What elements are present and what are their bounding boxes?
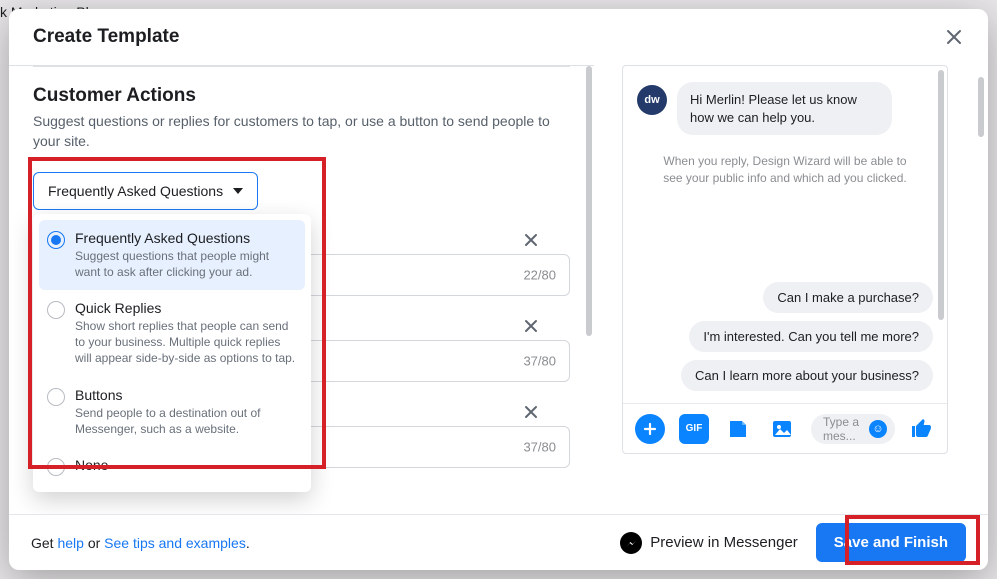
remove-question-icon[interactable] — [520, 401, 542, 423]
composer-input[interactable]: Type a mes... ☺ — [811, 414, 895, 444]
messenger-icon — [620, 532, 642, 554]
message-area: dw Hi Merlin! Please let us know how we … — [623, 66, 947, 453]
scrollbar-thumb[interactable] — [586, 66, 592, 336]
messenger-preview: dw Hi Merlin! Please let us know how we … — [622, 65, 948, 454]
suggestion-chip[interactable]: Can I learn more about your business? — [681, 360, 933, 391]
help-link[interactable]: help — [57, 535, 83, 551]
incoming-bubble: Hi Merlin! Please let us know how we can… — [677, 82, 892, 135]
char-count: 22/80 — [523, 267, 556, 282]
option-title: Quick Replies — [75, 300, 297, 316]
radio-icon — [47, 388, 65, 406]
divider — [33, 66, 570, 67]
close-icon[interactable] — [940, 23, 968, 51]
composer: GIF Type a mes... ☺ — [623, 403, 947, 453]
left-scrollbar[interactable] — [582, 66, 594, 514]
gif-icon[interactable]: GIF — [679, 414, 709, 444]
help-text: Get — [31, 535, 57, 551]
modal-header: Create Template — [9, 9, 988, 65]
option-none[interactable]: None — [39, 447, 305, 486]
dropdown-label: Frequently Asked Questions — [48, 183, 223, 199]
section-subtitle: Suggest questions or replies for custome… — [33, 111, 570, 152]
remove-question-icon[interactable] — [520, 315, 542, 337]
sticker-icon[interactable] — [723, 414, 753, 444]
create-template-modal: Create Template Customer Actions Suggest… — [9, 9, 988, 570]
suggestion-chip[interactable]: Can I make a purchase? — [763, 282, 933, 313]
help-line: Get help or See tips and examples. — [31, 535, 250, 551]
modal-body: Customer Actions Suggest questions or re… — [9, 65, 988, 514]
emoji-icon[interactable]: ☺ — [869, 420, 887, 438]
photo-icon[interactable] — [767, 414, 797, 444]
plus-icon[interactable] — [635, 414, 665, 444]
radio-icon — [47, 231, 65, 249]
suggestion-chip[interactable]: I'm interested. Can you tell me more? — [689, 321, 933, 352]
char-count: 37/80 — [523, 353, 556, 368]
radio-icon — [47, 458, 65, 476]
left-panel: Customer Actions Suggest questions or re… — [9, 65, 594, 514]
chevron-down-icon — [233, 188, 243, 194]
dropdown-button[interactable]: Frequently Asked Questions — [33, 172, 258, 210]
preview-in-messenger[interactable]: Preview in Messenger — [620, 532, 798, 554]
remove-question-icon[interactable] — [520, 229, 542, 251]
suggestions: Can I make a purchase? I'm interested. C… — [681, 282, 933, 391]
option-title: Frequently Asked Questions — [75, 230, 297, 246]
option-desc: Show short replies that people can send … — [75, 318, 297, 367]
radio-icon — [47, 301, 65, 319]
scrollbar-thumb[interactable] — [938, 70, 944, 320]
avatar: dw — [637, 85, 667, 115]
preview-container: dw Hi Merlin! Please let us know how we … — [604, 65, 970, 514]
thumbs-up-icon[interactable] — [909, 416, 935, 442]
reply-note: When you reply, Design Wizard will be ab… — [637, 153, 933, 187]
save-and-finish-button[interactable]: Save and Finish — [816, 523, 966, 562]
footer-right: Preview in Messenger Save and Finish — [620, 523, 966, 562]
option-desc: Send people to a destination out of Mess… — [75, 405, 297, 437]
modal-footer: Get help or See tips and examples. Previ… — [9, 514, 988, 570]
char-count: 37/80 — [523, 439, 556, 454]
outer-scrollbar[interactable] — [974, 77, 984, 444]
option-desc: Suggest questions that people might want… — [75, 248, 297, 280]
option-buttons[interactable]: Buttons Send people to a destination out… — [39, 377, 305, 447]
section-title: Customer Actions — [33, 85, 570, 107]
incoming-row: dw Hi Merlin! Please let us know how we … — [637, 82, 933, 135]
preview-scrollbar[interactable] — [934, 70, 944, 397]
modal-title: Create Template — [33, 26, 179, 48]
right-panel: dw Hi Merlin! Please let us know how we … — [594, 65, 988, 514]
tips-link[interactable]: See tips and examples — [104, 535, 246, 551]
composer-placeholder: Type a mes... — [823, 415, 863, 443]
dropdown-menu: Frequently Asked Questions Suggest quest… — [33, 214, 311, 492]
option-quick-replies[interactable]: Quick Replies Show short replies that pe… — [39, 290, 305, 377]
option-faq[interactable]: Frequently Asked Questions Suggest quest… — [39, 220, 305, 290]
period: . — [246, 535, 250, 551]
preview-label: Preview in Messenger — [650, 534, 798, 551]
option-title: None — [75, 457, 108, 473]
customer-action-dropdown: Frequently Asked Questions Frequently As… — [33, 172, 258, 210]
help-text: or — [84, 535, 104, 551]
option-title: Buttons — [75, 387, 297, 403]
scrollbar-thumb[interactable] — [978, 77, 984, 137]
